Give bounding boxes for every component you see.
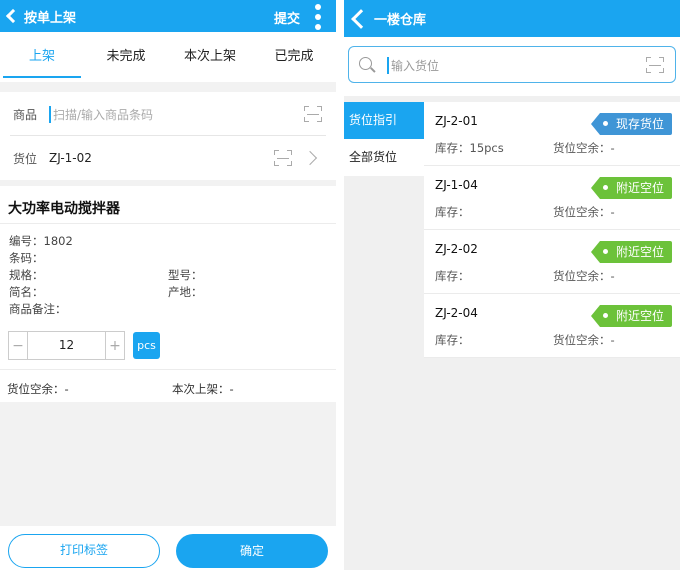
- location-search-input[interactable]: 输入货位: [348, 46, 676, 83]
- status-badge: 附近空位: [590, 177, 672, 199]
- this-putaway-count: 本次上架：-: [172, 382, 234, 396]
- page-title: 按单上架: [24, 10, 77, 26]
- tab-bar: 上架 未完成 本次上架 已完成: [0, 32, 336, 82]
- search-placeholder: 输入货位: [387, 57, 439, 74]
- plus-button[interactable]: +: [106, 332, 124, 359]
- bottom-action-bar: 打印标签 确定: [0, 526, 336, 582]
- tab-putaway[interactable]: 上架: [0, 32, 84, 82]
- chevron-left-icon: [5, 8, 21, 24]
- submit-button[interactable]: 提交: [274, 8, 300, 27]
- status-badge: 现存货位: [590, 113, 672, 135]
- tab-incomplete[interactable]: 未完成: [84, 32, 168, 82]
- product-scan-row[interactable]: 商品 扫描/输入商品条码: [0, 92, 336, 136]
- product-barcode-input[interactable]: 扫描/输入商品条码: [49, 105, 153, 123]
- location-code: ZJ-2-01: [435, 114, 478, 128]
- stock-count: 库存：15pcs: [435, 141, 504, 155]
- stock-count: 库存：: [435, 205, 470, 219]
- product-card: 大功率电动搅拌器 编号：1802 条码： 规格： 型号： 简名： 产地： 商品备…: [0, 186, 336, 402]
- location-space: 货位空余：-: [7, 382, 69, 396]
- side-nav: 货位指引 全部货位: [344, 102, 424, 176]
- product-barcode: 条码：: [9, 251, 44, 265]
- print-label-button[interactable]: 打印标签: [8, 534, 160, 568]
- location-code: ZJ-2-02: [435, 242, 478, 256]
- location-space: 货位空余：-: [553, 205, 615, 219]
- divider: [0, 223, 336, 224]
- location-list: ZJ-2-01 现存货位 库存：15pcs 货位空余：- ZJ-1-04 附近空…: [424, 102, 680, 358]
- tab-completed[interactable]: 已完成: [252, 32, 336, 82]
- page-title: 一楼仓库: [374, 13, 427, 28]
- product-spec: 规格：: [9, 268, 44, 282]
- confirm-button[interactable]: 确定: [176, 534, 328, 568]
- location-row[interactable]: 货位 ZJ-1-02: [0, 136, 336, 180]
- location-code: ZJ-1-04: [435, 178, 478, 192]
- tab-this-putaway[interactable]: 本次上架: [168, 32, 252, 82]
- status-badge: 附近空位: [590, 241, 672, 263]
- scan-form: 商品 扫描/输入商品条码 货位 ZJ-1-02: [0, 92, 336, 180]
- list-item[interactable]: ZJ-1-04 附近空位 库存： 货位空余：-: [424, 166, 680, 230]
- putaway-info-row: 货位空余：- 本次上架：-: [0, 369, 336, 402]
- more-menu-icon[interactable]: [314, 4, 322, 30]
- location-space: 货位空余：-: [553, 141, 615, 155]
- stock-count: 库存：: [435, 269, 470, 283]
- putaway-screen: 按单上架 提交 上架 未完成 本次上架 已完成 商品 扫描/输入商品条码 货位 …: [0, 0, 336, 582]
- location-space: 货位空余：-: [553, 333, 615, 347]
- location-picker-screen: 一楼仓库 输入货位 货位指引 全部货位 ZJ-2-01 现存货位 库存：15pc…: [344, 0, 680, 570]
- quantity-input[interactable]: 12: [27, 332, 106, 359]
- list-item[interactable]: ZJ-2-04 附近空位 库存： 货位空余：-: [424, 294, 680, 358]
- product-origin: 产地：: [168, 285, 203, 299]
- location-space: 货位空余：-: [553, 269, 615, 283]
- scan-icon[interactable]: [646, 57, 664, 73]
- location-scan-icon[interactable]: [274, 150, 292, 166]
- location-value[interactable]: ZJ-1-02: [49, 151, 92, 165]
- location-label: 货位: [13, 151, 38, 166]
- back-button[interactable]: 一楼仓库: [351, 0, 427, 37]
- search-bar: 输入货位: [344, 37, 680, 96]
- chevron-left-icon: [351, 8, 371, 29]
- status-badge: 附近空位: [590, 305, 672, 327]
- product-name: 大功率电动搅拌器: [8, 201, 120, 217]
- product-short-name: 简名：: [9, 285, 44, 299]
- nav-all-locations[interactable]: 全部货位: [344, 139, 424, 176]
- product-label: 商品: [13, 107, 38, 122]
- location-code: ZJ-2-04: [435, 306, 478, 320]
- list-item[interactable]: ZJ-2-02 附近空位 库存： 货位空余：-: [424, 230, 680, 294]
- search-icon: [359, 57, 372, 70]
- product-note: 商品备注：: [9, 302, 67, 316]
- scan-icon[interactable]: [304, 106, 322, 122]
- product-model: 型号：: [168, 268, 203, 282]
- quantity-stepper: − 12 +: [8, 331, 125, 360]
- nav-location-guide[interactable]: 货位指引: [344, 102, 424, 139]
- unit-button[interactable]: pcs: [133, 332, 160, 359]
- minus-button[interactable]: −: [9, 332, 27, 359]
- app-header: 一楼仓库: [344, 0, 680, 37]
- back-button[interactable]: 按单上架: [5, 0, 77, 32]
- product-number: 编号：1802: [9, 234, 73, 248]
- chevron-right-icon[interactable]: [302, 150, 318, 166]
- app-header: 按单上架 提交: [0, 0, 336, 32]
- stock-count: 库存：: [435, 333, 470, 347]
- list-item[interactable]: ZJ-2-01 现存货位 库存：15pcs 货位空余：-: [424, 102, 680, 166]
